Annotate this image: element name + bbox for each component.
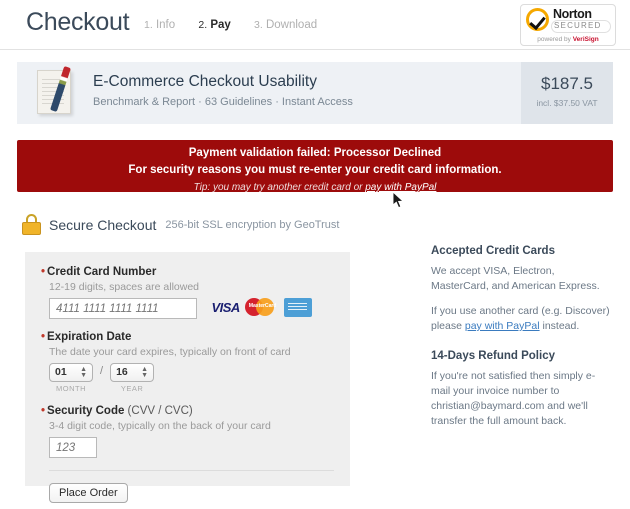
visa-icon: VISA	[211, 299, 240, 315]
product-title: E-Commerce Checkout Usability	[93, 73, 317, 90]
norton-secured-badge: Norton SECURED powered by VeriSign	[520, 4, 616, 46]
card-number-input[interactable]	[49, 298, 197, 319]
another-card-text: If you use another card (e.g. Discover) …	[431, 304, 611, 334]
required-marker: •	[41, 266, 46, 278]
step-info-number: 1.	[144, 19, 153, 31]
step-pay-label: Pay	[210, 19, 231, 31]
refund-policy-block: 14-Days Refund Policy If you're not sati…	[431, 350, 611, 429]
product-thumbnail	[17, 62, 93, 124]
checkmark-icon	[526, 8, 549, 31]
expiration-year-select[interactable]: 16 ▲ ▼	[110, 363, 155, 382]
field-expiration-date: • Expiration Date The date your card expi…	[41, 331, 334, 393]
powered-by-prefix: powered by	[537, 36, 573, 43]
norton-badge-main: Norton SECURED	[521, 5, 615, 34]
field-card-number: • Credit Card Number 12-19 digits, spaces…	[41, 266, 334, 319]
product-info: E-Commerce Checkout Usability Benchmark …	[93, 62, 521, 124]
product-price-box: $187.5 incl. $37.50 VAT	[521, 62, 613, 124]
error-tip-text: Tip: you may try another credit card or	[193, 182, 366, 193]
product-vat: incl. $37.50 VAT	[536, 98, 598, 108]
expiration-hint: The date your card expires, typically on…	[49, 346, 291, 358]
required-marker: •	[41, 405, 46, 417]
month-select-wrap: 01 ▲ ▼ MONTH	[49, 363, 93, 393]
expiration-label: • Expiration Date	[41, 331, 334, 343]
security-code-label-suffix: (CVV / CVC)	[124, 405, 193, 417]
accepted-cards-block: Accepted Credit Cards We accept VISA, El…	[431, 245, 611, 334]
form-divider	[49, 470, 334, 471]
security-code-label: • Security Code (CVV / CVC)	[41, 405, 334, 417]
year-select-wrap: 16 ▲ ▼ YEAR	[110, 363, 155, 393]
accepted-card-logos: VISA MasterCard	[211, 297, 312, 317]
page-title: Checkout	[26, 8, 130, 36]
expiration-separator: /	[100, 365, 104, 377]
checkout-page: Checkout 1. Info 2. Pay 3. Download Nort…	[0, 0, 630, 509]
secure-checkout-heading: Secure Checkout 256-bit SSL encryption b…	[22, 214, 339, 235]
secure-checkout-subtitle: 256-bit SSL encryption by GeoTrust	[165, 218, 340, 231]
mouse-cursor	[393, 192, 405, 209]
verisign-label: VeriSign	[572, 36, 599, 43]
expiration-controls: 01 ▲ ▼ MONTH / 16 ▲ ▼ YEAR	[49, 363, 334, 393]
refund-policy-text: If you're not satisfied then simply e-ma…	[431, 370, 596, 427]
expiration-label-text: Expiration Date	[47, 331, 132, 343]
checkout-sidebar: Accepted Credit Cards We accept VISA, El…	[431, 245, 611, 439]
lock-body	[22, 222, 41, 235]
accepted-cards-heading: Accepted Credit Cards	[431, 245, 555, 257]
product-banner: E-Commerce Checkout Usability Benchmark …	[17, 62, 613, 124]
expiration-year-value: 16	[116, 366, 128, 378]
security-code-input[interactable]	[49, 437, 97, 458]
page-header: Checkout 1. Info 2. Pay 3. Download Nort…	[0, 0, 630, 50]
card-number-label-text: Credit Card Number	[47, 266, 157, 278]
paypal-link-banner[interactable]: pay with PayPal	[365, 182, 436, 193]
step-download[interactable]: 3. Download	[254, 19, 317, 31]
another-card-suffix: instead.	[539, 320, 580, 332]
norton-status-label: SECURED	[554, 21, 602, 30]
required-marker: •	[41, 331, 46, 343]
security-code-hint: 3-4 digit code, typically on the back of…	[49, 420, 271, 432]
chevron-updown-icon: ▲ ▼	[80, 366, 87, 379]
norton-powered-by: powered by VeriSign	[521, 36, 615, 43]
chevron-updown-icon: ▲ ▼	[141, 366, 149, 379]
product-price: $187.5	[541, 74, 593, 93]
accepted-cards-text: We accept VISA, Electron, MasterCard, an…	[431, 265, 600, 292]
step-pay[interactable]: 2. Pay	[198, 19, 234, 31]
mastercard-icon: MasterCard	[244, 297, 279, 317]
lock-icon	[22, 214, 41, 235]
mastercard-label: MasterCard	[248, 303, 277, 310]
card-number-hint: 12-19 digits, spaces are allowed	[49, 281, 200, 293]
expiration-month-value: 01	[55, 366, 67, 378]
refund-policy-heading: 14-Days Refund Policy	[431, 350, 555, 362]
norton-brand-label: Norton	[553, 7, 592, 21]
payment-error-banner: Payment validation failed: Processor Dec…	[17, 140, 613, 193]
step-download-label: Download	[265, 19, 318, 31]
year-caption: YEAR	[120, 384, 144, 393]
error-tip: Tip: you may try another credit card or …	[17, 182, 613, 193]
step-info[interactable]: 1. Info	[144, 19, 178, 31]
card-number-label: • Credit Card Number	[41, 266, 334, 278]
field-security-code: • Security Code (CVV / CVC) 3-4 digit cod…	[41, 405, 334, 458]
product-subtitle: Benchmark & Report · 63 Guidelines · Ins…	[93, 96, 353, 108]
step-pay-number: 2.	[198, 19, 208, 31]
step-download-number: 3.	[254, 19, 263, 31]
error-headline: Payment validation failed: Processor Dec…	[188, 147, 442, 159]
security-code-label-text: Security Code	[47, 405, 125, 417]
place-order-button[interactable]: Place Order	[49, 483, 128, 503]
secure-checkout-title: Secure Checkout	[49, 216, 157, 233]
payment-form: • Credit Card Number 12-19 digits, spaces…	[25, 252, 350, 503]
checkout-steps: 1. Info 2. Pay 3. Download	[144, 19, 337, 31]
error-detail: For security reasons you must re-enter y…	[128, 164, 502, 176]
paypal-link-sidebar[interactable]: pay with PayPal	[465, 320, 540, 332]
amex-icon	[283, 297, 312, 317]
month-caption: MONTH	[56, 384, 86, 393]
expiration-month-select[interactable]: 01 ▲ ▼	[49, 363, 93, 382]
step-info-label: Info	[155, 19, 176, 31]
